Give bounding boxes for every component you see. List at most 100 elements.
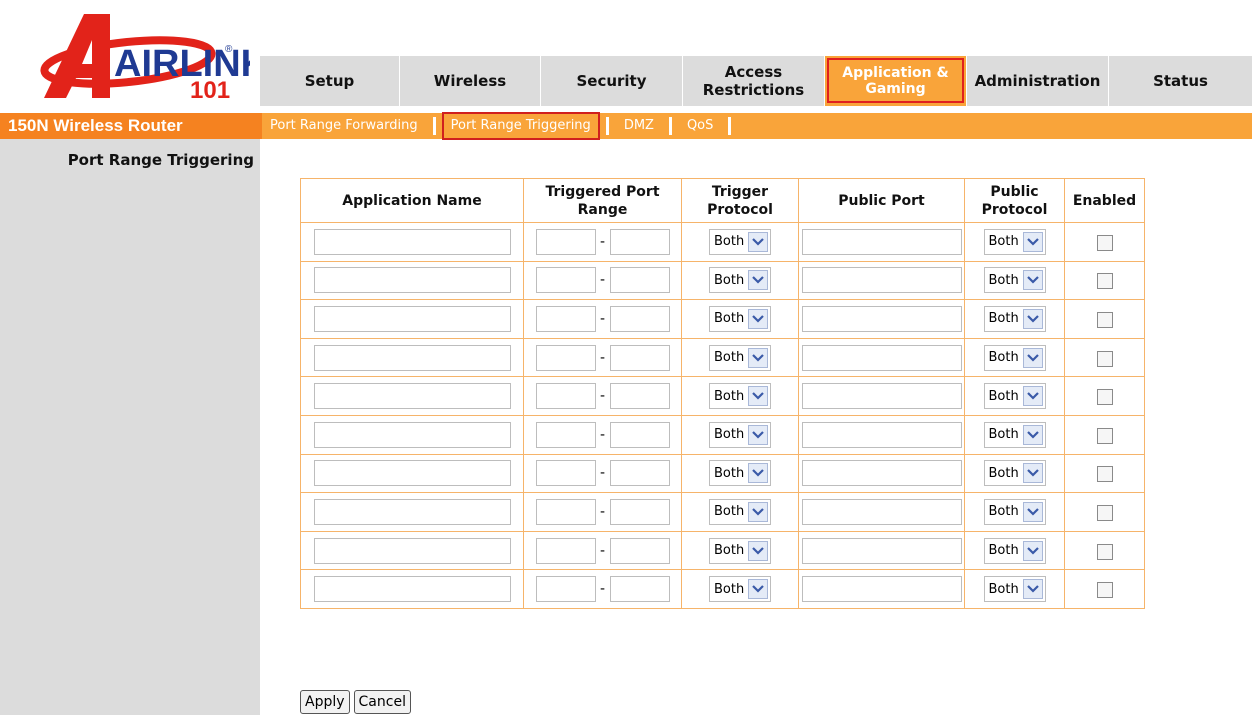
trigger-protocol-select[interactable]: Both	[709, 421, 771, 448]
trigger-end-port-input[interactable]	[609, 267, 670, 294]
application-name-input[interactable]	[313, 383, 511, 410]
sublink-dmz[interactable]: DMZ	[616, 113, 662, 139]
public-protocol-select[interactable]: Both	[983, 498, 1046, 525]
public-protocol-select[interactable]: Both	[983, 228, 1046, 255]
public-protocol-select[interactable]: Both	[983, 305, 1046, 332]
dropdown-arrow-icon[interactable]	[1022, 501, 1043, 522]
dropdown-arrow-icon[interactable]	[1022, 579, 1043, 600]
public-protocol-select[interactable]: Both	[983, 344, 1046, 371]
dropdown-arrow-icon[interactable]	[1022, 270, 1043, 291]
trigger-end-port-input[interactable]	[609, 383, 670, 410]
sublink-port-range-triggering[interactable]: Port Range Triggering	[441, 112, 600, 140]
public-protocol-select[interactable]: Both	[983, 576, 1046, 603]
trigger-start-port-input[interactable]	[535, 305, 596, 332]
public-protocol-select[interactable]: Both	[983, 421, 1046, 448]
trigger-end-port-input[interactable]	[609, 305, 670, 332]
dropdown-arrow-icon[interactable]	[1022, 347, 1043, 368]
trigger-end-port-input[interactable]	[609, 537, 670, 564]
enabled-checkbox[interactable]	[1096, 311, 1113, 328]
enabled-checkbox[interactable]	[1096, 466, 1113, 483]
dropdown-arrow-icon[interactable]	[748, 386, 768, 407]
enabled-checkbox[interactable]	[1096, 504, 1113, 521]
sublink-port-range-forwarding[interactable]: Port Range Forwarding	[262, 113, 426, 139]
application-name-input[interactable]	[313, 576, 511, 603]
trigger-start-port-input[interactable]	[535, 228, 596, 255]
public-port-input[interactable]	[801, 537, 962, 564]
trigger-start-port-input[interactable]	[535, 383, 596, 410]
public-port-input[interactable]	[801, 344, 962, 371]
tab-access-restrictions[interactable]: Access Restrictions	[683, 56, 825, 106]
public-protocol-select[interactable]: Both	[983, 537, 1046, 564]
trigger-end-port-input[interactable]	[609, 344, 670, 371]
application-name-input[interactable]	[313, 537, 511, 564]
trigger-start-port-input[interactable]	[535, 537, 596, 564]
tab-administration[interactable]: Administration	[967, 56, 1109, 106]
public-port-input[interactable]	[801, 305, 962, 332]
public-port-input[interactable]	[801, 383, 962, 410]
tab-status[interactable]: Status	[1109, 56, 1252, 106]
dropdown-arrow-icon[interactable]	[1022, 308, 1043, 329]
trigger-protocol-select[interactable]: Both	[709, 305, 771, 332]
enabled-checkbox[interactable]	[1096, 273, 1113, 290]
trigger-protocol-select[interactable]: Both	[709, 576, 771, 603]
tab-wireless[interactable]: Wireless	[400, 56, 541, 106]
trigger-end-port-input[interactable]	[609, 421, 670, 448]
dropdown-arrow-icon[interactable]	[1022, 463, 1043, 484]
public-port-input[interactable]	[801, 267, 962, 294]
trigger-protocol-select[interactable]: Both	[709, 498, 771, 525]
trigger-protocol-select[interactable]: Both	[709, 537, 771, 564]
trigger-protocol-select[interactable]: Both	[709, 267, 771, 294]
public-protocol-select[interactable]: Both	[983, 460, 1046, 487]
dropdown-arrow-icon[interactable]	[1022, 424, 1043, 445]
dropdown-arrow-icon[interactable]	[1022, 386, 1043, 407]
trigger-start-port-input[interactable]	[535, 267, 596, 294]
trigger-end-port-input[interactable]	[609, 460, 670, 487]
trigger-protocol-select[interactable]: Both	[709, 228, 771, 255]
enabled-checkbox[interactable]	[1096, 389, 1113, 406]
dropdown-arrow-icon[interactable]	[748, 231, 768, 252]
enabled-checkbox[interactable]	[1096, 234, 1113, 251]
application-name-input[interactable]	[313, 421, 511, 448]
public-port-input[interactable]	[801, 460, 962, 487]
public-port-input[interactable]	[801, 498, 962, 525]
dropdown-arrow-icon[interactable]	[748, 501, 768, 522]
enabled-checkbox[interactable]	[1096, 427, 1113, 444]
trigger-protocol-select[interactable]: Both	[709, 383, 771, 410]
dropdown-arrow-icon[interactable]	[748, 270, 768, 291]
dropdown-arrow-icon[interactable]	[748, 463, 768, 484]
trigger-start-port-input[interactable]	[535, 576, 596, 603]
public-port-input[interactable]	[801, 576, 962, 603]
trigger-end-port-input[interactable]	[609, 228, 670, 255]
tab-security[interactable]: Security	[541, 56, 683, 106]
tab-setup[interactable]: Setup	[260, 56, 400, 106]
trigger-protocol-select[interactable]: Both	[709, 344, 771, 371]
dropdown-arrow-icon[interactable]	[1022, 540, 1043, 561]
trigger-start-port-input[interactable]	[535, 498, 596, 525]
enabled-checkbox[interactable]	[1096, 350, 1113, 367]
public-port-input[interactable]	[801, 228, 962, 255]
trigger-end-port-input[interactable]	[609, 576, 670, 603]
enabled-checkbox[interactable]	[1096, 582, 1113, 599]
cancel-button[interactable]: Cancel	[353, 690, 411, 714]
public-protocol-select[interactable]: Both	[983, 267, 1046, 294]
application-name-input[interactable]	[313, 267, 511, 294]
trigger-protocol-select[interactable]: Both	[709, 460, 771, 487]
dropdown-arrow-icon[interactable]	[748, 540, 768, 561]
application-name-input[interactable]	[313, 305, 511, 332]
trigger-end-port-input[interactable]	[609, 498, 670, 525]
dropdown-arrow-icon[interactable]	[748, 347, 768, 368]
dropdown-arrow-icon[interactable]	[748, 424, 768, 445]
sublink-qos[interactable]: QoS	[679, 113, 721, 139]
application-name-input[interactable]	[313, 228, 511, 255]
trigger-start-port-input[interactable]	[535, 421, 596, 448]
trigger-start-port-input[interactable]	[535, 344, 596, 371]
dropdown-arrow-icon[interactable]	[748, 308, 768, 329]
apply-button[interactable]: Apply	[300, 690, 350, 714]
trigger-start-port-input[interactable]	[535, 460, 596, 487]
public-protocol-select[interactable]: Both	[983, 383, 1046, 410]
application-name-input[interactable]	[313, 344, 511, 371]
public-port-input[interactable]	[801, 421, 962, 448]
application-name-input[interactable]	[313, 498, 511, 525]
application-name-input[interactable]	[313, 460, 511, 487]
tab-application-gaming[interactable]: Application & Gaming	[825, 56, 967, 106]
